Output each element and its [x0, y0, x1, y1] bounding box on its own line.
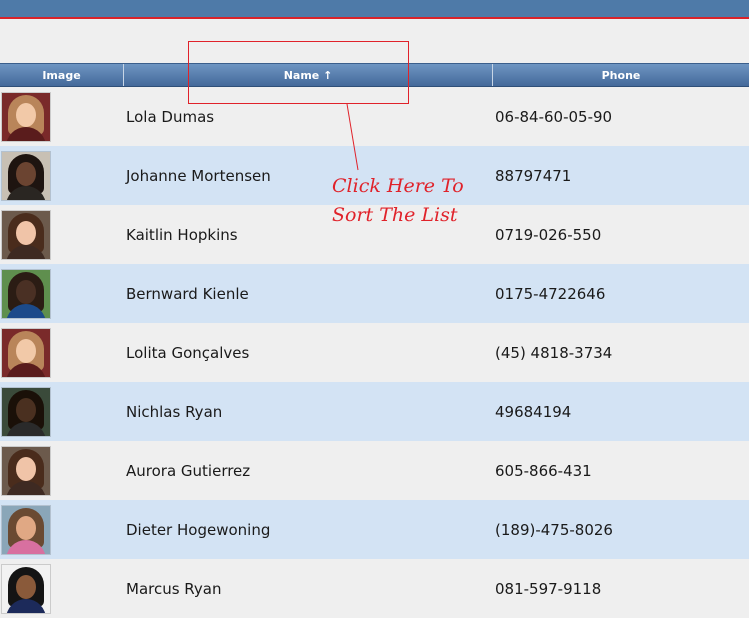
avatar — [2, 328, 50, 377]
name-cell: Nichlas Ryan — [126, 402, 223, 421]
image-cell — [0, 328, 124, 377]
sort-highlight-box — [188, 41, 409, 104]
contacts-grid: Image Name ↑ Phone Lola Dumas 06-84-60-05… — [0, 63, 749, 618]
column-header-image[interactable]: Image — [0, 64, 124, 86]
table-row[interactable]: Marcus Ryan 081-597-9118 — [0, 559, 749, 618]
avatar — [2, 387, 50, 436]
phone-cell: 06-84-60-05-90 — [495, 107, 613, 126]
table-row[interactable]: Aurora Gutierrez 605-866-431 — [0, 441, 749, 500]
image-cell — [0, 92, 124, 141]
table-row[interactable]: Nichlas Ryan 49684194 — [0, 382, 749, 441]
phone-cell: 605-866-431 — [495, 461, 592, 480]
avatar — [2, 446, 50, 495]
name-cell: Bernward Kienle — [126, 284, 249, 303]
table-row[interactable]: Dieter Hogewoning (189)-475-8026 — [0, 500, 749, 559]
image-cell — [0, 151, 124, 200]
table-row[interactable]: Bernward Kienle 0175-4722646 — [0, 264, 749, 323]
column-header-phone[interactable]: Phone — [493, 64, 749, 86]
avatar — [2, 269, 50, 318]
image-cell — [0, 387, 124, 436]
grid-body: Lola Dumas 06-84-60-05-90 Johanne Mortense… — [0, 87, 749, 618]
phone-cell: (45) 4818-3734 — [495, 343, 613, 362]
avatar — [2, 505, 50, 554]
image-cell — [0, 446, 124, 495]
avatar — [2, 210, 50, 259]
phone-cell: 88797471 — [495, 166, 572, 185]
image-cell — [0, 564, 124, 613]
image-cell — [0, 505, 124, 554]
image-cell — [0, 210, 124, 259]
phone-cell: 0175-4722646 — [495, 284, 606, 303]
name-cell: Aurora Gutierrez — [126, 461, 251, 480]
avatar — [2, 564, 50, 613]
avatar — [2, 151, 50, 200]
name-cell: Lola Dumas — [126, 107, 215, 126]
name-cell: Lolita Gonçalves — [126, 343, 250, 362]
table-row[interactable]: Lolita Gonçalves (45) 4818-3734 — [0, 323, 749, 382]
name-cell: Marcus Ryan — [126, 579, 222, 598]
sort-annotation: Click Here To Sort The List — [332, 175, 464, 226]
phone-cell: (189)-475-8026 — [495, 520, 613, 539]
avatar — [2, 92, 50, 141]
top-bar — [0, 0, 749, 19]
phone-cell: 49684194 — [495, 402, 572, 421]
name-cell: Dieter Hogewoning — [126, 520, 271, 539]
phone-cell: 0719-026-550 — [495, 225, 602, 244]
image-cell — [0, 269, 124, 318]
phone-cell: 081-597-9118 — [495, 579, 602, 598]
